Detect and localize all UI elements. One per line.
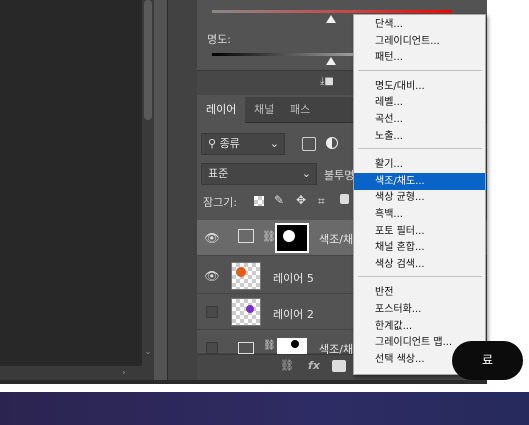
menu-item[interactable]: 명도/대비... bbox=[354, 78, 485, 95]
lock-paint-icon[interactable]: ✎ bbox=[274, 193, 284, 207]
blend-mode-select[interactable]: 표준 ⌄ bbox=[201, 163, 317, 185]
lightness-slider-handle[interactable] bbox=[326, 57, 336, 65]
visibility-toggle[interactable] bbox=[206, 306, 218, 318]
menu-separator bbox=[358, 148, 482, 150]
mask-shape bbox=[291, 340, 299, 348]
menu-item[interactable]: 노출... bbox=[354, 128, 485, 145]
document-canvas[interactable] bbox=[0, 0, 142, 366]
scroll-down-arrow-icon[interactable]: ⌄ bbox=[143, 347, 153, 357]
visibility-eye-icon[interactable]: 👁 bbox=[202, 258, 222, 294]
scroll-right-arrow-icon[interactable]: › bbox=[122, 367, 132, 379]
visibility-toggle[interactable] bbox=[206, 342, 218, 354]
layer-content bbox=[246, 305, 254, 313]
chevron-down-icon: ⌄ bbox=[269, 137, 279, 150]
adjustment-layer-icon bbox=[238, 342, 254, 354]
add-mask-icon[interactable] bbox=[332, 360, 346, 372]
adjustment-layer-icon bbox=[238, 229, 254, 243]
link-icon[interactable]: ⛓ bbox=[263, 340, 276, 351]
lock-artboard-icon[interactable]: ⌗ bbox=[318, 194, 325, 209]
menu-item[interactable]: 색조/채도... bbox=[354, 172, 485, 190]
link-layers-icon[interactable]: ⛓ bbox=[279, 358, 295, 374]
link-icon[interactable]: ⛓ bbox=[262, 230, 276, 243]
saturation-slider[interactable] bbox=[212, 10, 452, 13]
lock-all-icon[interactable] bbox=[340, 194, 349, 204]
layer-content bbox=[236, 267, 246, 277]
layer-thumbnail[interactable] bbox=[231, 262, 261, 290]
menu-item[interactable]: 채널 혼합... bbox=[354, 239, 485, 256]
menu-item[interactable]: 포스터화... bbox=[354, 301, 485, 318]
blend-mode-value: 표준 bbox=[208, 167, 229, 180]
window-bottom-edge bbox=[0, 380, 487, 384]
background-banner bbox=[0, 392, 529, 425]
clip-to-layer-icon[interactable]: ⤓■ bbox=[320, 76, 334, 88]
menu-item[interactable]: 흑백... bbox=[354, 206, 485, 223]
tab-paths[interactable]: 패스 bbox=[281, 97, 319, 123]
tab-layers[interactable]: 레이어 bbox=[197, 97, 246, 123]
search-icon: ⚲ bbox=[208, 137, 217, 150]
adjustment-filter-icon[interactable] bbox=[326, 137, 338, 149]
fx-icon[interactable]: fx bbox=[306, 358, 322, 374]
complete-button[interactable]: 료 bbox=[452, 341, 523, 380]
menu-item[interactable]: 포토 필터... bbox=[354, 223, 485, 240]
layer-name[interactable]: 레이어 2 bbox=[273, 306, 314, 322]
tab-channels[interactable]: 채널 bbox=[245, 97, 283, 123]
mask-shape bbox=[283, 230, 295, 242]
lock-label: 잠그기: bbox=[203, 196, 238, 209]
menu-item[interactable]: 곡선... bbox=[354, 111, 485, 128]
menu-item[interactable]: 색상 균형... bbox=[354, 189, 485, 206]
menu-item[interactable]: 그레이디언트... bbox=[354, 33, 485, 50]
lightness-label: 명도: bbox=[207, 33, 231, 46]
menu-item[interactable]: 단색... bbox=[354, 16, 485, 33]
menu-separator bbox=[358, 276, 482, 278]
layer-name[interactable]: 색조/채 bbox=[319, 231, 353, 247]
menu-item[interactable]: 한계값... bbox=[354, 318, 485, 335]
scrollbar-thumb[interactable] bbox=[144, 0, 152, 120]
chevron-down-icon: ⌄ bbox=[301, 167, 311, 180]
visibility-eye-icon[interactable]: 👁 bbox=[202, 220, 222, 256]
filter-kind-label: 종류 bbox=[219, 137, 240, 150]
menu-item[interactable]: 패턴... bbox=[354, 49, 485, 66]
menu-item[interactable]: 반전 bbox=[354, 284, 485, 301]
lock-position-icon[interactable]: ✥ bbox=[296, 193, 306, 207]
layer-mask-thumbnail[interactable] bbox=[277, 338, 307, 354]
layer-name[interactable]: 레이어 5 bbox=[273, 270, 314, 286]
menu-item[interactable]: 색상 검색... bbox=[354, 256, 485, 273]
dock-gap bbox=[154, 0, 167, 380]
layer-filter-select[interactable]: ⚲ 종류 ⌄ bbox=[201, 133, 285, 155]
saturation-slider-handle[interactable] bbox=[326, 15, 336, 23]
menu-separator bbox=[358, 69, 482, 71]
opacity-label: 불투명 bbox=[324, 169, 355, 182]
menu-item[interactable]: 레벨... bbox=[354, 94, 485, 111]
layer-mask-thumbnail[interactable] bbox=[275, 223, 309, 253]
layer-thumbnail[interactable] bbox=[231, 298, 261, 326]
lock-transparent-icon[interactable] bbox=[254, 196, 264, 206]
collapsed-panel-strip bbox=[167, 0, 197, 380]
menu-item[interactable]: 활기... bbox=[354, 156, 485, 173]
image-filter-icon[interactable] bbox=[302, 137, 316, 151]
